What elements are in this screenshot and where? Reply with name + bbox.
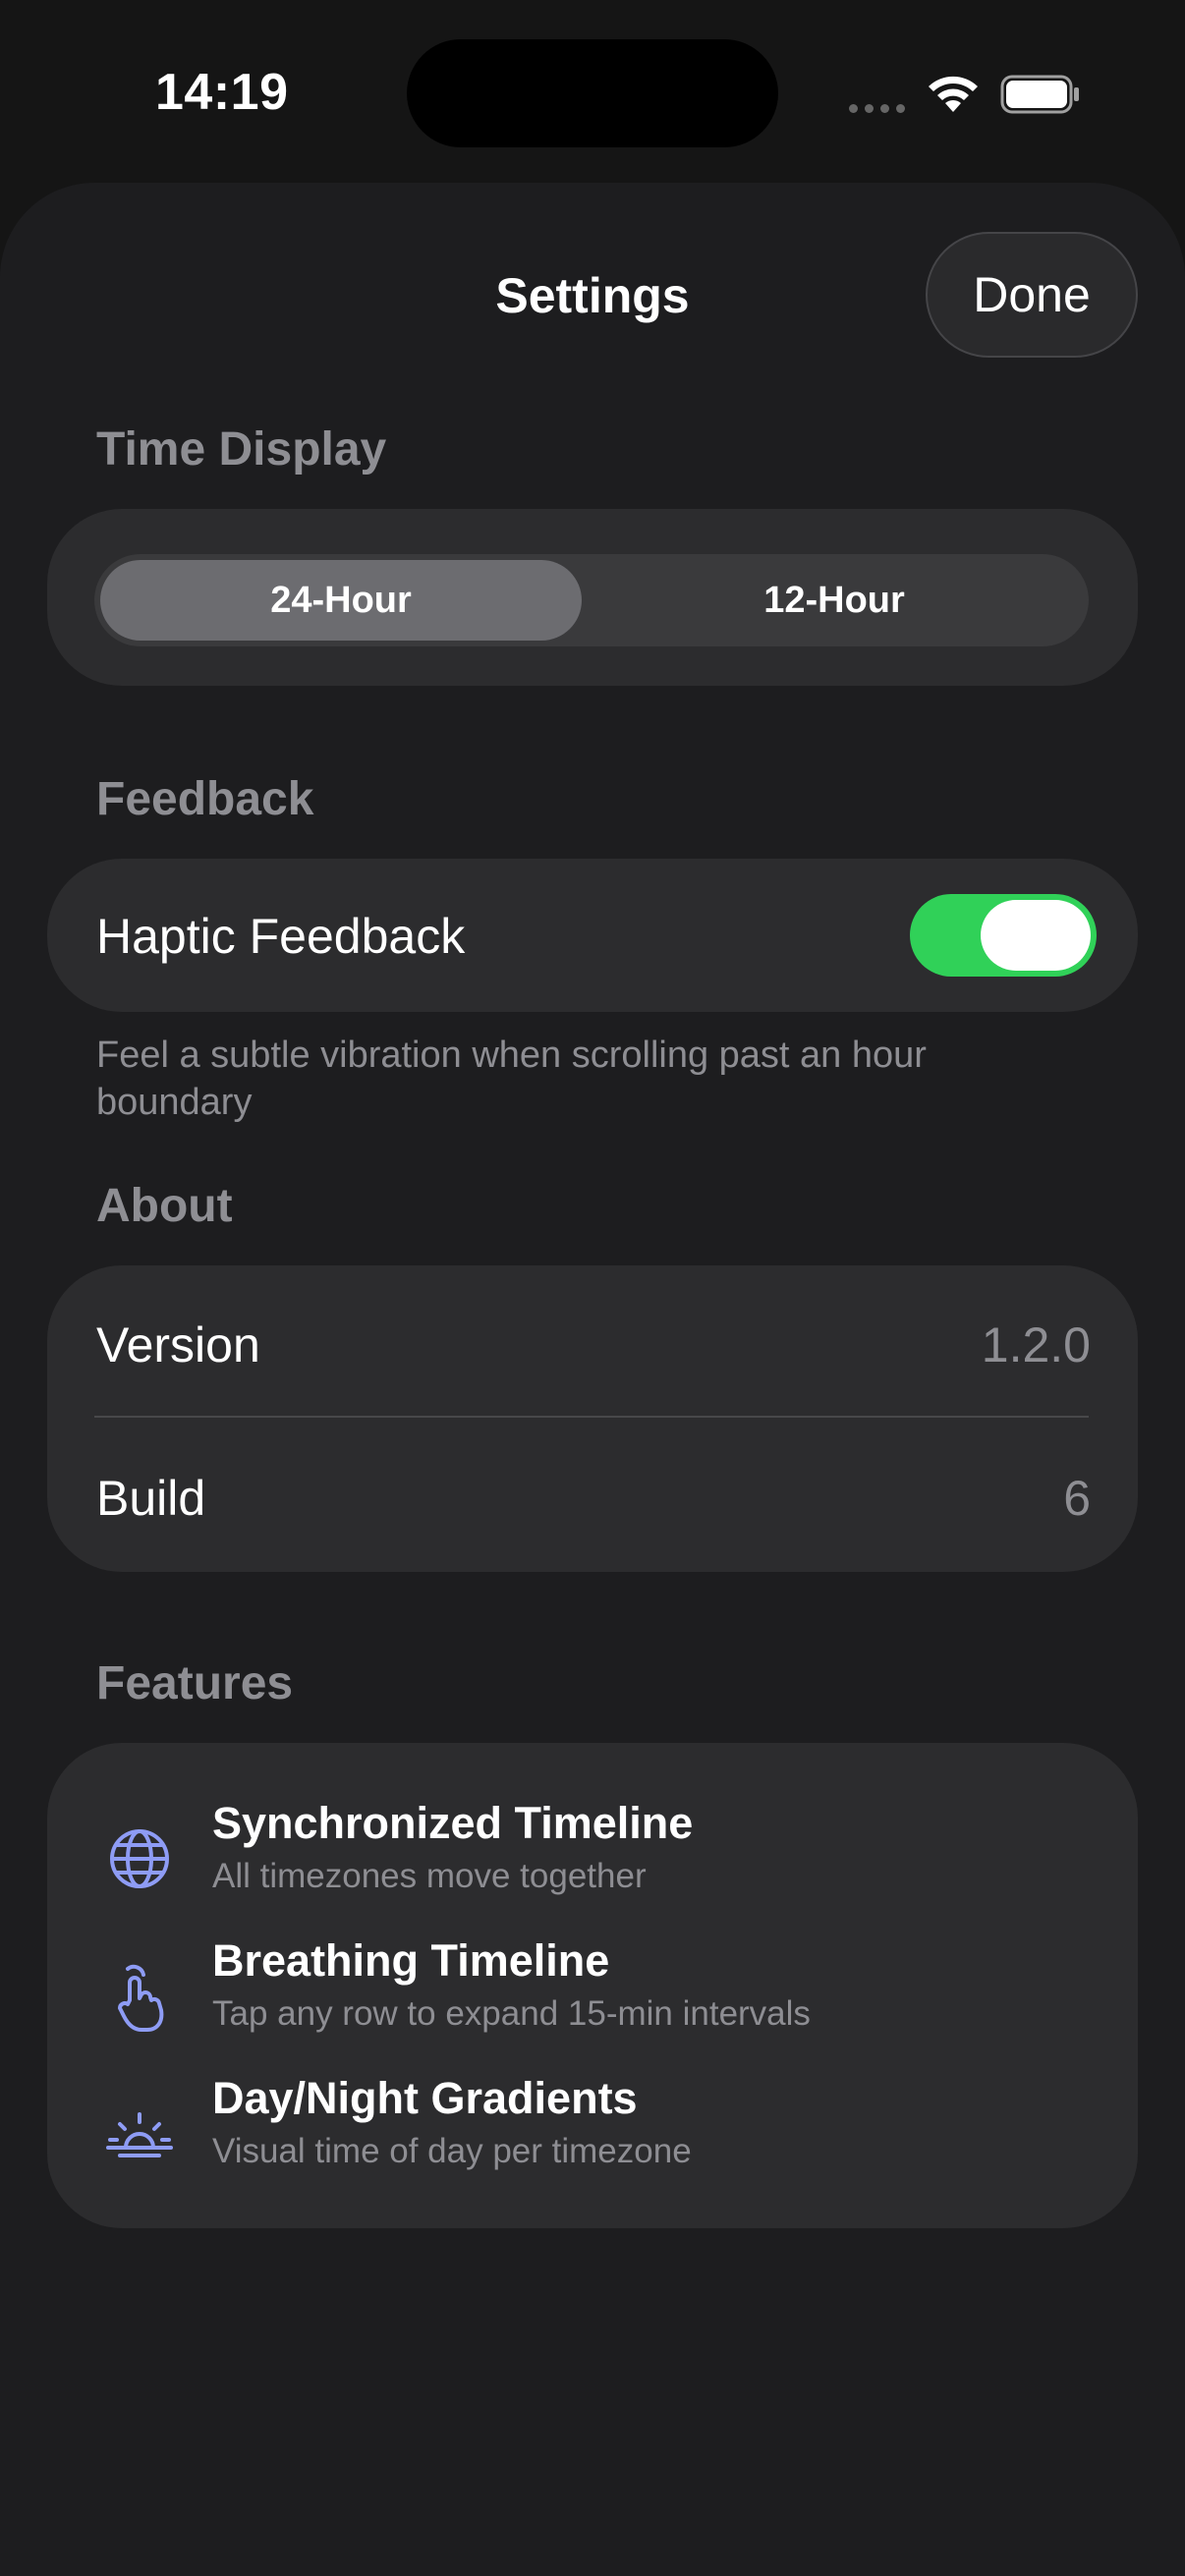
feature-item-breathing-timeline: Breathing Timeline Tap any row to expand… (47, 1935, 1138, 2053)
battery-icon (1000, 75, 1079, 114)
haptic-feedback-footer: Feel a subtle vibration when scrolling p… (96, 1035, 927, 1123)
haptic-feedback-label: Haptic Feedback (96, 909, 466, 964)
feature-item-synchronized-timeline: Synchronized Timeline All timezones move… (47, 1798, 1138, 1916)
screen: 14:19 Settings Done Time Display 24-Hour… (0, 0, 1185, 2576)
status-bar: 14:19 (0, 0, 1185, 187)
feature-subtitle: Tap any row to expand 15-min intervals (212, 1994, 811, 2033)
version-label: Version (96, 1317, 260, 1372)
toggle-knob (981, 900, 1091, 971)
section-header-about: About (96, 1180, 233, 1232)
status-time: 14:19 (155, 64, 289, 121)
segment-12-hour[interactable]: 12-Hour (586, 560, 1083, 641)
segment-24-hour[interactable]: 24-Hour (100, 560, 582, 641)
version-value: 1.2.0 (981, 1317, 1091, 1372)
feature-title: Day/Night Gradients (212, 2073, 638, 2123)
feedback-card: Haptic Feedback (47, 859, 1138, 1012)
time-format-segmented-control: 24-Hour 12-Hour (94, 554, 1089, 646)
feature-subtitle: All timezones move together (212, 1857, 647, 1895)
haptic-feedback-toggle[interactable] (910, 894, 1097, 977)
done-button[interactable]: Done (926, 232, 1138, 358)
wifi-icon (929, 76, 978, 112)
about-card: Version 1.2.0 Build 6 (47, 1265, 1138, 1572)
section-header-time-display: Time Display (96, 423, 387, 476)
hand-tap-icon (118, 1964, 164, 2032)
time-display-card: 24-Hour 12-Hour (47, 509, 1138, 686)
feature-item-day-night-gradients: Day/Night Gradients Visual time of day p… (47, 2073, 1138, 2191)
feature-subtitle: Visual time of day per timezone (212, 2132, 692, 2170)
globe-icon (110, 1829, 169, 1888)
build-value: 6 (1063, 1471, 1091, 1526)
cellular-signal-icon (849, 104, 905, 113)
dynamic-island (407, 39, 778, 147)
section-header-features: Features (96, 1657, 294, 1709)
feature-title: Breathing Timeline (212, 1935, 610, 1986)
row-divider (94, 1416, 1089, 1418)
section-header-feedback: Feedback (96, 773, 314, 825)
feature-title: Synchronized Timeline (212, 1798, 694, 1848)
sunrise-icon (106, 2112, 173, 2157)
build-label: Build (96, 1471, 206, 1526)
features-card: Synchronized Timeline All timezones move… (47, 1743, 1138, 2228)
